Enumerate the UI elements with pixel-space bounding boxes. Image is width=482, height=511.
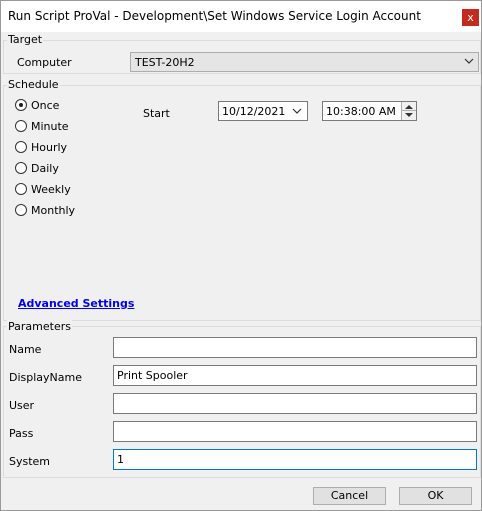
param-input-displayname[interactable]: Print Spooler bbox=[113, 365, 477, 386]
radio-hourly-label: Hourly bbox=[31, 141, 68, 154]
radio-daily[interactable]: Daily bbox=[15, 161, 75, 177]
radio-minute[interactable]: Minute bbox=[15, 119, 75, 135]
radio-once-label: Once bbox=[31, 99, 60, 112]
parameters-group-label: Parameters bbox=[7, 320, 72, 333]
param-label-name: Name bbox=[9, 343, 42, 356]
radio-weekly-circle bbox=[15, 183, 27, 195]
radio-weekly[interactable]: Weekly bbox=[15, 182, 75, 198]
dialog-window: Run Script ProVal - Development\Set Wind… bbox=[0, 0, 482, 511]
param-value-system: 1 bbox=[117, 453, 124, 466]
title-bar[interactable]: Run Script ProVal - Development\Set Wind… bbox=[1, 1, 481, 32]
start-time-value: 10:38:00 AM bbox=[326, 105, 396, 118]
computer-select[interactable]: TEST-20H2 bbox=[130, 52, 479, 72]
param-label-system: System bbox=[9, 455, 51, 468]
arrow-down-icon bbox=[405, 113, 413, 117]
start-time-picker[interactable]: 10:38:00 AM bbox=[322, 101, 417, 121]
radio-selected-dot bbox=[19, 103, 23, 107]
param-input-pass[interactable] bbox=[113, 421, 477, 442]
radio-once[interactable]: Once bbox=[15, 98, 75, 114]
advanced-settings-link[interactable]: Advanced Settings bbox=[18, 297, 134, 310]
chevron-down-icon bbox=[292, 108, 302, 114]
chevron-down-icon bbox=[464, 58, 474, 64]
radio-hourly-circle bbox=[15, 141, 27, 153]
param-input-name[interactable] bbox=[113, 337, 477, 358]
schedule-group-label: Schedule bbox=[7, 78, 60, 91]
close-icon: x bbox=[467, 11, 474, 24]
param-label-pass: Pass bbox=[9, 427, 34, 440]
start-date-value: 10/12/2021 bbox=[222, 105, 286, 118]
cancel-button[interactable]: Cancel bbox=[313, 487, 386, 505]
spin-down-button[interactable] bbox=[402, 111, 416, 120]
param-input-user[interactable] bbox=[113, 393, 477, 414]
time-spinner[interactable] bbox=[401, 102, 416, 120]
radio-hourly[interactable]: Hourly bbox=[15, 140, 75, 156]
radio-minute-circle bbox=[15, 120, 27, 132]
start-label: Start bbox=[143, 107, 170, 120]
radio-weekly-label: Weekly bbox=[31, 183, 71, 196]
spin-up-button[interactable] bbox=[402, 102, 416, 111]
param-value-displayname: Print Spooler bbox=[117, 369, 188, 382]
close-button[interactable]: x bbox=[462, 9, 479, 26]
param-input-system[interactable]: 1 bbox=[113, 449, 477, 470]
arrow-up-icon bbox=[405, 105, 413, 109]
radio-once-circle bbox=[15, 99, 27, 111]
radio-monthly[interactable]: Monthly bbox=[15, 203, 75, 219]
start-date-picker[interactable]: 10/12/2021 bbox=[218, 101, 308, 121]
computer-select-value: TEST-20H2 bbox=[135, 56, 195, 69]
radio-monthly-circle bbox=[15, 204, 27, 216]
computer-label: Computer bbox=[17, 56, 72, 69]
radio-daily-label: Daily bbox=[31, 162, 59, 175]
radio-daily-circle bbox=[15, 162, 27, 174]
window-title: Run Script ProVal - Development\Set Wind… bbox=[8, 9, 421, 23]
target-group-label: Target bbox=[7, 33, 44, 46]
param-label-user: User bbox=[9, 399, 35, 412]
radio-monthly-label: Monthly bbox=[31, 204, 76, 217]
param-label-displayname: DisplayName bbox=[9, 371, 82, 384]
radio-minute-label: Minute bbox=[31, 120, 69, 133]
ok-button[interactable]: OK bbox=[399, 487, 472, 505]
